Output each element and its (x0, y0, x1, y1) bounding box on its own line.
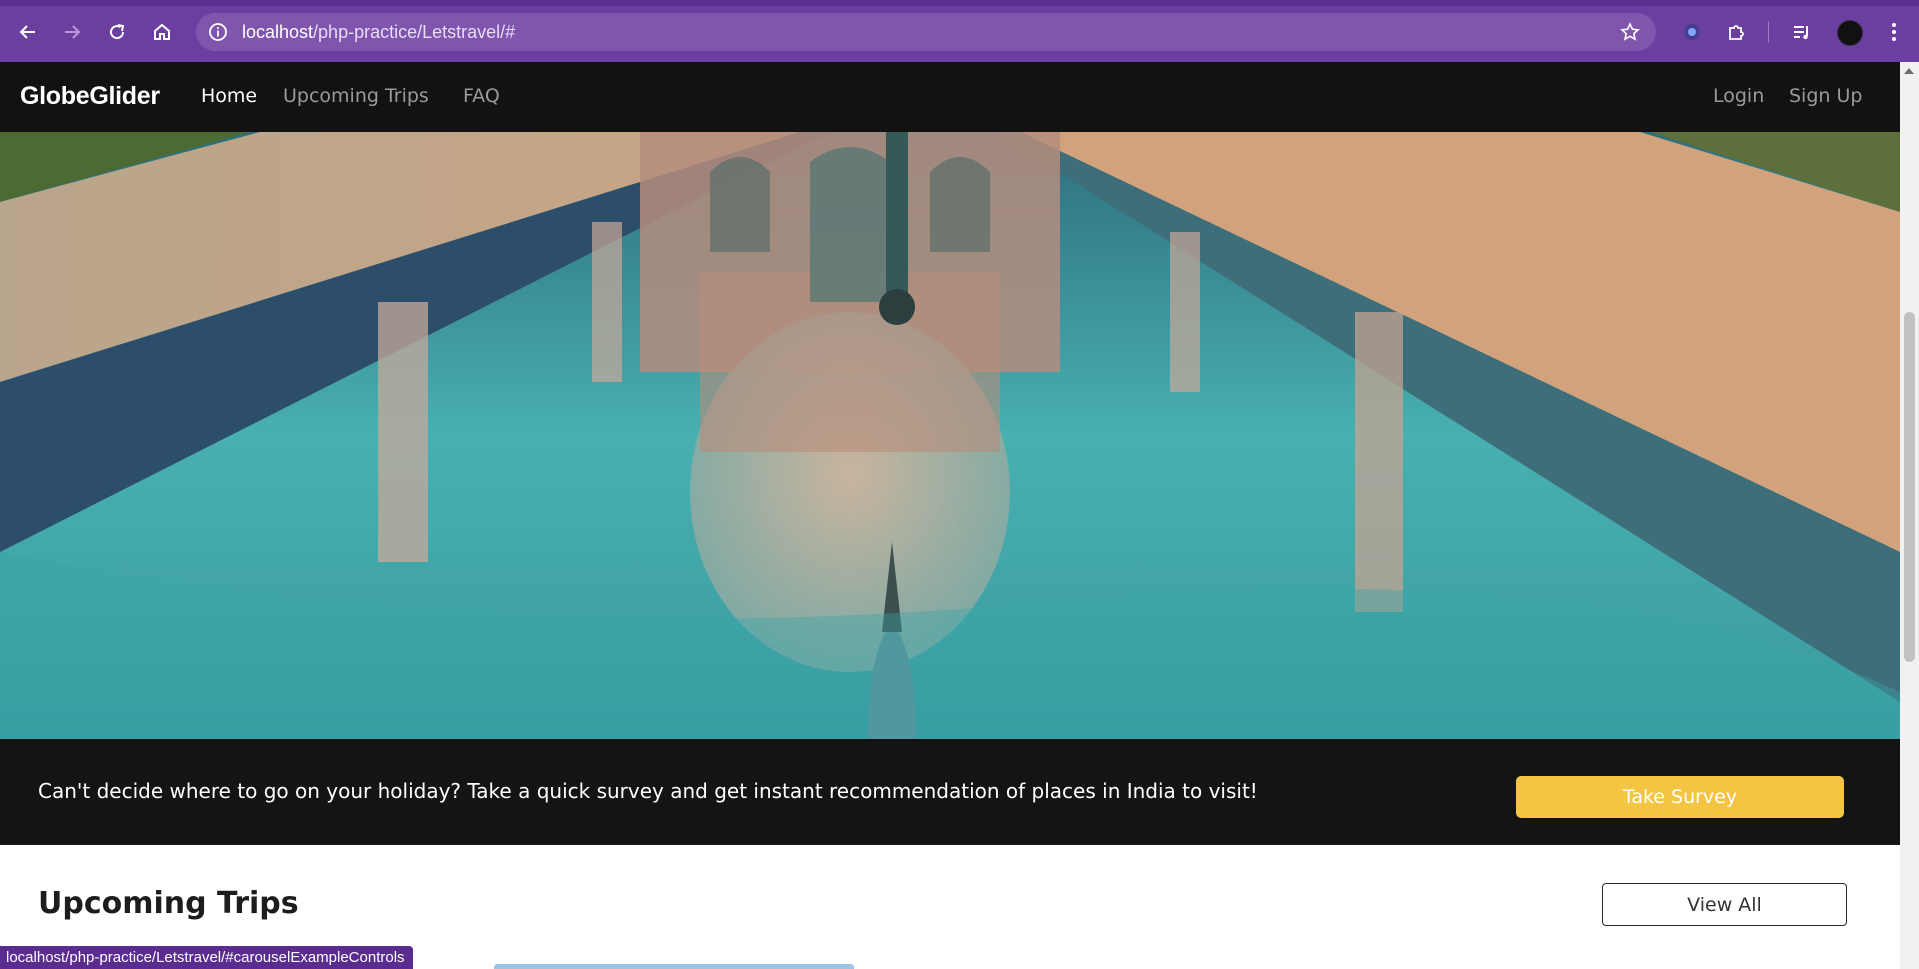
url-host: localhost (242, 22, 314, 42)
toolbar-separator (1768, 21, 1769, 43)
forward-icon (65, 25, 81, 39)
brand-logo[interactable]: GlobeGlider (20, 82, 160, 111)
back-button[interactable] (12, 16, 44, 48)
extension-icon[interactable] (1678, 18, 1706, 46)
forward-button[interactable] (56, 16, 88, 48)
nav-home[interactable]: Home (201, 85, 257, 107)
nav-login[interactable]: Login (1713, 85, 1764, 107)
home-button[interactable] (146, 16, 178, 48)
view-all-button[interactable]: View All (1602, 883, 1847, 926)
upcoming-trips-heading: Upcoming Trips (38, 886, 299, 921)
address-url[interactable]: localhost/php-practice/Letstravel/# (242, 22, 515, 43)
back-icon (19, 25, 35, 39)
nav-faq[interactable]: FAQ (463, 85, 500, 107)
hero-carousel-image[interactable] (0, 132, 1900, 739)
site-navbar: GlobeGlider Home Upcoming Trips FAQ Logi… (0, 62, 1900, 132)
taj-reflection-illustration (0, 132, 1900, 739)
browser-toolbar: localhost/php-practice/Letstravel/# (0, 0, 1919, 62)
scroll-up-arrow-icon[interactable] (1904, 68, 1914, 74)
url-path: /php-practice/Letstravel/# (313, 22, 516, 42)
reload-button[interactable] (101, 16, 133, 48)
reload-icon (110, 24, 125, 40)
site-info-icon[interactable] (206, 20, 230, 44)
menu-icon[interactable] (1880, 18, 1908, 46)
home-icon (154, 23, 170, 40)
survey-banner: Can't decide where to go on your holiday… (0, 739, 1900, 845)
trip-card[interactable] (494, 964, 854, 969)
survey-prompt: Can't decide where to go on your holiday… (38, 779, 1258, 803)
media-icon[interactable] (1788, 18, 1816, 46)
page-scrollbar[interactable] (1900, 62, 1919, 969)
bookmark-star-icon[interactable] (1618, 20, 1642, 44)
puzzle-icon[interactable] (1723, 18, 1751, 46)
address-bar[interactable]: localhost/php-practice/Letstravel/# (196, 13, 1656, 51)
take-survey-button[interactable]: Take Survey (1516, 776, 1844, 818)
profile-avatar[interactable] (1837, 20, 1863, 46)
link-status-bubble: localhost/php-practice/Letstravel/#carou… (0, 946, 413, 969)
nav-upcoming-trips[interactable]: Upcoming Trips (283, 85, 429, 107)
scrollbar-thumb[interactable] (1904, 312, 1915, 662)
tab-strip-edge (0, 0, 1919, 6)
nav-sign-up[interactable]: Sign Up (1789, 85, 1862, 107)
